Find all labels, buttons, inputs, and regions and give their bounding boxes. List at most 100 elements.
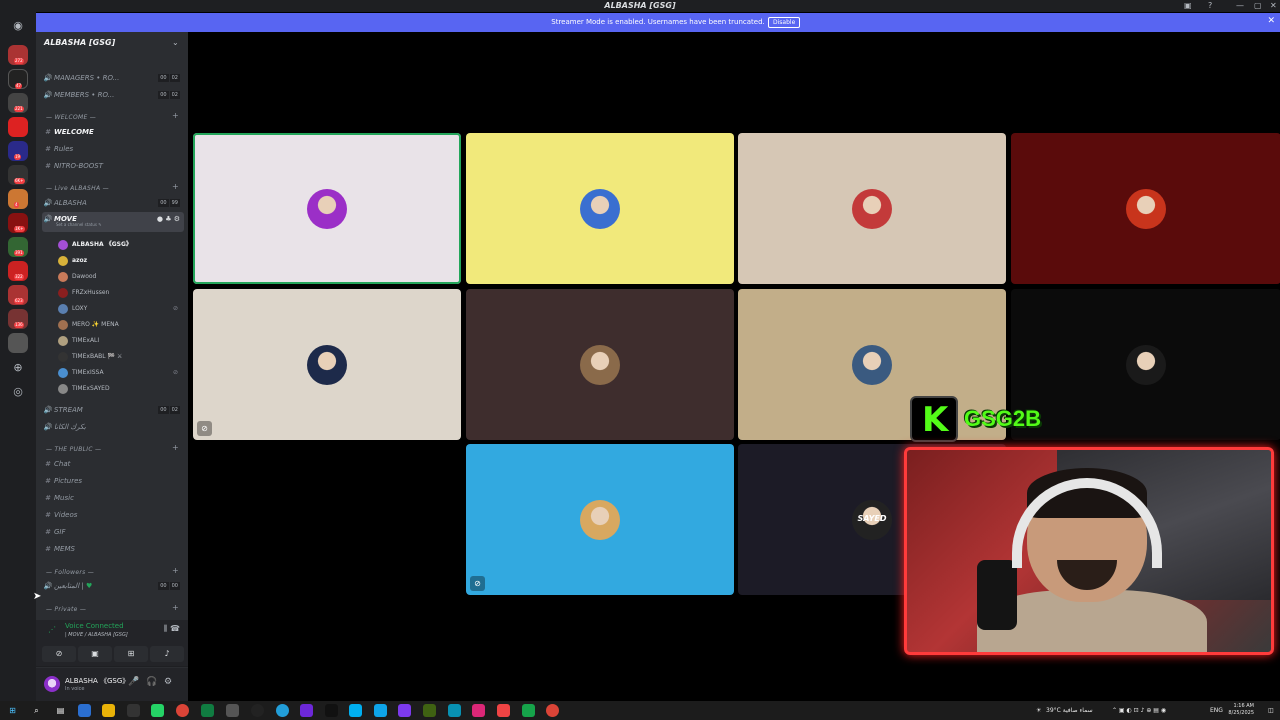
- server-icon[interactable]: 322: [8, 261, 28, 281]
- app-icon[interactable]: [78, 704, 91, 717]
- voice-channel-followers[interactable]: 🔊 المتابعين | ♥ 00 00: [42, 579, 184, 593]
- voice-member[interactable]: MERO ✨ MENA: [58, 318, 184, 332]
- weather-text[interactable]: 39°C سماء صافية: [1046, 701, 1093, 720]
- voice-member[interactable]: ALBASHA 《GSG》: [58, 238, 184, 252]
- text-channel-welcome[interactable]: # WELCOME: [42, 125, 184, 139]
- notification-icon[interactable]: ◫: [1268, 701, 1274, 720]
- voice-channel-stream[interactable]: 🔊 STREAM 00 02: [42, 403, 184, 417]
- voice-channel-managers[interactable]: 🔊 MANAGERS • RO... 00 02: [42, 71, 184, 85]
- voice-member[interactable]: LOXY ⊘: [58, 302, 184, 316]
- server-icon[interactable]: 391: [8, 237, 28, 257]
- category-private[interactable]: — Private —: [46, 606, 86, 613]
- app-icon[interactable]: [325, 704, 338, 717]
- soundboard-button[interactable]: ♪: [150, 646, 184, 662]
- text-channel-mems[interactable]: # MEMS: [42, 542, 184, 556]
- voice-channel-arabic[interactable]: 🔊 بكرك الكانا: [42, 420, 184, 434]
- excel-icon[interactable]: [201, 704, 214, 717]
- app-icon[interactable]: [226, 704, 239, 717]
- voice-member[interactable]: TIMExALI: [58, 334, 184, 348]
- text-channel-videos[interactable]: # Videos: [42, 508, 184, 522]
- close-banner-icon[interactable]: ✕: [1267, 16, 1275, 26]
- server-icon[interactable]: 272: [8, 45, 28, 65]
- text-channel-rules[interactable]: # Rules: [42, 142, 184, 156]
- channel-status-text[interactable]: Set a channel status ✎: [56, 222, 102, 228]
- server-icon[interactable]: 136: [8, 309, 28, 329]
- add-server-icon[interactable]: ⊕: [10, 360, 26, 376]
- server-icon[interactable]: 6K+: [8, 165, 28, 185]
- voice-member[interactable]: azoz: [58, 254, 184, 268]
- task-view-icon[interactable]: ▤: [54, 704, 67, 717]
- discover-icon[interactable]: ◎: [10, 384, 26, 400]
- text-channel-music[interactable]: # Music: [42, 491, 184, 505]
- text-channel-chat[interactable]: # Chat: [42, 457, 184, 471]
- server-icon[interactable]: 4: [8, 189, 28, 209]
- app-icon[interactable]: [497, 704, 510, 717]
- participant-tile[interactable]: ⊘: [466, 444, 734, 595]
- server-icon[interactable]: 623: [8, 285, 28, 305]
- signal-icon[interactable]: ⋰: [48, 625, 56, 634]
- add-channel-icon[interactable]: +: [172, 111, 179, 120]
- tray-icons[interactable]: ⌃ ▣ ◐ ⊡ ♪ ⊕ ▤ ◉: [1112, 701, 1166, 720]
- app-icon[interactable]: [127, 704, 140, 717]
- chrome-icon[interactable]: [546, 704, 559, 717]
- windows-start-icon[interactable]: ⊞: [6, 704, 19, 717]
- file-explorer-icon[interactable]: [102, 704, 115, 717]
- language-indicator[interactable]: ENG: [1210, 701, 1223, 720]
- participant-tile[interactable]: [738, 133, 1006, 284]
- inbox-icon[interactable]: ▣: [1184, 0, 1192, 11]
- server-icon[interactable]: 221: [8, 93, 28, 113]
- server-icon[interactable]: 47: [8, 69, 28, 89]
- discord-home-icon[interactable]: ◉: [10, 18, 26, 34]
- app-icon[interactable]: [448, 704, 461, 717]
- close-window-button[interactable]: ✕: [1270, 0, 1277, 11]
- minimize-button[interactable]: —: [1236, 0, 1244, 11]
- text-channel-gif[interactable]: # GIF: [42, 525, 184, 539]
- participant-tile[interactable]: [193, 133, 461, 284]
- app-icon[interactable]: [251, 704, 264, 717]
- headphones-icon[interactable]: 🎧: [146, 677, 157, 687]
- voice-member[interactable]: TIMExISSA ⊘: [58, 366, 184, 380]
- add-channel-icon[interactable]: +: [172, 566, 179, 575]
- text-channel-nitro-boost[interactable]: # NITRO-BOOST: [42, 159, 184, 173]
- help-icon[interactable]: ?: [1208, 0, 1212, 11]
- voice-channel-move[interactable]: 🔊 MOVE Set a channel status ✎ ● ♣ ⚙: [42, 212, 184, 232]
- voice-channel-members[interactable]: 🔊 MEMBERS • RO... 00 02: [42, 88, 184, 102]
- mic-icon[interactable]: 🎤: [128, 677, 139, 687]
- premiere-icon[interactable]: [398, 704, 411, 717]
- voice-member[interactable]: TIMExBABL 🏁 ⚔: [58, 350, 184, 364]
- add-channel-icon[interactable]: +: [172, 182, 179, 191]
- voice-member[interactable]: Dawood: [58, 270, 184, 284]
- chrome-icon[interactable]: [176, 704, 189, 717]
- server-icon[interactable]: [8, 333, 28, 353]
- voice-channel-albasha[interactable]: 🔊 ALBASHA 00 99: [42, 196, 184, 210]
- app-icon[interactable]: [300, 704, 313, 717]
- whatsapp-icon[interactable]: [151, 704, 164, 717]
- channel-actions[interactable]: ● ♣ ⚙: [157, 212, 180, 226]
- category-followers[interactable]: — Followers —: [46, 569, 94, 576]
- chevron-down-icon[interactable]: ⌄: [172, 38, 179, 47]
- disconnect-icon[interactable]: ⫼ ☎: [164, 624, 180, 634]
- activities-button[interactable]: ⊞: [114, 646, 148, 662]
- disable-streamer-mode-button[interactable]: Disable: [768, 17, 801, 28]
- text-channel-pictures[interactable]: # Pictures: [42, 474, 184, 488]
- voice-member[interactable]: FRZxHussen: [58, 286, 184, 300]
- maximize-button[interactable]: ▢: [1254, 0, 1262, 11]
- camera-button[interactable]: ⊘: [42, 646, 76, 662]
- participant-tile[interactable]: [1011, 133, 1280, 284]
- screenshare-button[interactable]: ▣: [78, 646, 112, 662]
- search-icon[interactable]: ⌕: [30, 704, 43, 717]
- app-icon[interactable]: [472, 704, 485, 717]
- weather-icon[interactable]: ☀: [1036, 701, 1041, 720]
- telegram-icon[interactable]: [276, 704, 289, 717]
- voice-member[interactable]: TIMExSAYED: [58, 382, 184, 396]
- category-public[interactable]: — THE PUBLIC —: [46, 446, 101, 453]
- participant-tile[interactable]: ⊘: [193, 289, 461, 440]
- server-icon[interactable]: 1K+: [8, 213, 28, 233]
- server-icon[interactable]: [8, 117, 28, 137]
- gear-icon[interactable]: ⚙: [164, 677, 172, 687]
- app-icon[interactable]: [374, 704, 387, 717]
- server-name[interactable]: ALBASHA [GSG]: [44, 38, 115, 47]
- participant-tile[interactable]: [466, 289, 734, 440]
- add-channel-icon[interactable]: +: [172, 603, 179, 612]
- app-icon[interactable]: [522, 704, 535, 717]
